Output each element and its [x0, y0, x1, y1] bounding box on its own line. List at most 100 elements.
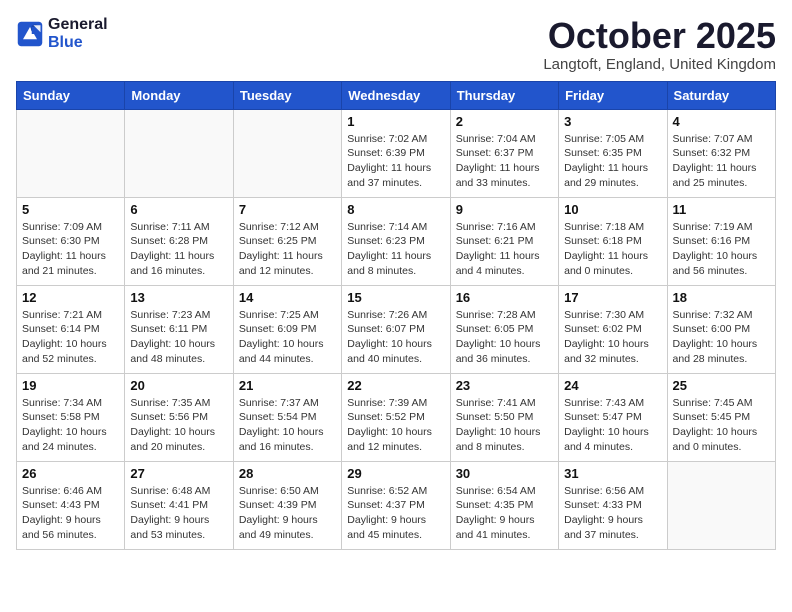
day-cell: 20 Sunrise: 7:35 AMSunset: 5:56 PMDayligh… [125, 373, 233, 461]
location: Langtoft, England, United Kingdom [543, 56, 776, 73]
day-info: Sunrise: 7:32 AMSunset: 6:00 PMDaylight:… [673, 308, 770, 367]
week-row-1: 1 Sunrise: 7:02 AMSunset: 6:39 PMDaylight… [17, 109, 776, 197]
day-cell: 27 Sunrise: 6:48 AMSunset: 4:41 PMDayligh… [125, 461, 233, 549]
day-number: 19 [22, 378, 119, 393]
day-number: 5 [22, 202, 119, 217]
day-info: Sunrise: 7:39 AMSunset: 5:52 PMDaylight:… [347, 396, 444, 455]
day-info: Sunrise: 7:11 AMSunset: 6:28 PMDaylight:… [130, 220, 227, 279]
day-number: 8 [347, 202, 444, 217]
day-info: Sunrise: 7:35 AMSunset: 5:56 PMDaylight:… [130, 396, 227, 455]
col-header-tuesday: Tuesday [233, 81, 341, 109]
day-info: Sunrise: 7:41 AMSunset: 5:50 PMDaylight:… [456, 396, 553, 455]
day-info: Sunrise: 7:14 AMSunset: 6:23 PMDaylight:… [347, 220, 444, 279]
day-cell: 29 Sunrise: 6:52 AMSunset: 4:37 PMDayligh… [342, 461, 450, 549]
day-info: Sunrise: 6:48 AMSunset: 4:41 PMDaylight:… [130, 484, 227, 543]
day-info: Sunrise: 7:28 AMSunset: 6:05 PMDaylight:… [456, 308, 553, 367]
day-number: 27 [130, 466, 227, 481]
day-number: 26 [22, 466, 119, 481]
day-info: Sunrise: 7:45 AMSunset: 5:45 PMDaylight:… [673, 396, 770, 455]
day-info: Sunrise: 7:23 AMSunset: 6:11 PMDaylight:… [130, 308, 227, 367]
day-number: 4 [673, 114, 770, 129]
header: General Blue October 2025 Langtoft, Engl… [16, 16, 776, 73]
day-number: 21 [239, 378, 336, 393]
day-cell: 8 Sunrise: 7:14 AMSunset: 6:23 PMDaylight… [342, 197, 450, 285]
day-cell: 21Sunrise: 7:37 AMSunset: 5:54 PMDayligh… [233, 373, 341, 461]
day-cell: 2Sunrise: 7:04 AMSunset: 6:37 PMDaylight… [450, 109, 558, 197]
day-cell: 17Sunrise: 7:30 AMSunset: 6:02 PMDayligh… [559, 285, 667, 373]
day-info: Sunrise: 7:18 AMSunset: 6:18 PMDaylight:… [564, 220, 661, 279]
day-info: Sunrise: 6:50 AMSunset: 4:39 PMDaylight:… [239, 484, 336, 543]
header-row: SundayMondayTuesdayWednesdayThursdayFrid… [17, 81, 776, 109]
day-cell: 19 Sunrise: 7:34 AMSunset: 5:58 PMDayligh… [17, 373, 125, 461]
day-cell: 13 Sunrise: 7:23 AMSunset: 6:11 PMDayligh… [125, 285, 233, 373]
day-cell [667, 461, 775, 549]
day-number: 23 [456, 378, 553, 393]
day-number: 24 [564, 378, 661, 393]
day-cell: 23 Sunrise: 7:41 AMSunset: 5:50 PMDayligh… [450, 373, 558, 461]
week-row-4: 19 Sunrise: 7:34 AMSunset: 5:58 PMDayligh… [17, 373, 776, 461]
day-info: Sunrise: 7:25 AMSunset: 6:09 PMDaylight:… [239, 308, 336, 367]
day-cell: 18 Sunrise: 7:32 AMSunset: 6:00 PMDayligh… [667, 285, 775, 373]
day-number: 13 [130, 290, 227, 305]
day-info: Sunrise: 7:02 AMSunset: 6:39 PMDaylight:… [347, 132, 444, 191]
day-cell: 25 Sunrise: 7:45 AMSunset: 5:45 PMDayligh… [667, 373, 775, 461]
day-cell: 9 Sunrise: 7:16 AMSunset: 6:21 PMDaylight… [450, 197, 558, 285]
day-cell: 16 Sunrise: 7:28 AMSunset: 6:05 PMDayligh… [450, 285, 558, 373]
day-info: Sunrise: 7:43 AMSunset: 5:47 PMDaylight:… [564, 396, 661, 455]
day-info: Sunrise: 6:46 AMSunset: 4:43 PMDaylight:… [22, 484, 119, 543]
day-cell: 12 Sunrise: 7:21 AMSunset: 6:14 PMDayligh… [17, 285, 125, 373]
week-row-5: 26 Sunrise: 6:46 AMSunset: 4:43 PMDayligh… [17, 461, 776, 549]
month-title: October 2025 [543, 16, 776, 56]
day-number: 9 [456, 202, 553, 217]
day-info: Sunrise: 6:56 AMSunset: 4:33 PMDaylight:… [564, 484, 661, 543]
day-number: 6 [130, 202, 227, 217]
day-number: 28 [239, 466, 336, 481]
day-info: Sunrise: 7:16 AMSunset: 6:21 PMDaylight:… [456, 220, 553, 279]
day-info: Sunrise: 7:19 AMSunset: 6:16 PMDaylight:… [673, 220, 770, 279]
day-cell: 5Sunrise: 7:09 AMSunset: 6:30 PMDaylight… [17, 197, 125, 285]
day-info: Sunrise: 6:54 AMSunset: 4:35 PMDaylight:… [456, 484, 553, 543]
day-number: 17 [564, 290, 661, 305]
day-cell: 6 Sunrise: 7:11 AMSunset: 6:28 PMDaylight… [125, 197, 233, 285]
day-number: 14 [239, 290, 336, 305]
day-number: 16 [456, 290, 553, 305]
day-cell: 26 Sunrise: 6:46 AMSunset: 4:43 PMDayligh… [17, 461, 125, 549]
col-header-thursday: Thursday [450, 81, 558, 109]
week-row-2: 5Sunrise: 7:09 AMSunset: 6:30 PMDaylight… [17, 197, 776, 285]
day-info: Sunrise: 7:34 AMSunset: 5:58 PMDaylight:… [22, 396, 119, 455]
day-number: 20 [130, 378, 227, 393]
day-info: Sunrise: 7:07 AMSunset: 6:32 PMDaylight:… [673, 132, 770, 191]
day-cell: 1 Sunrise: 7:02 AMSunset: 6:39 PMDaylight… [342, 109, 450, 197]
logo: General Blue [16, 16, 108, 51]
logo-line2: Blue [48, 34, 83, 51]
day-number: 25 [673, 378, 770, 393]
day-cell: 7Sunrise: 7:12 AMSunset: 6:25 PMDaylight… [233, 197, 341, 285]
day-cell: 24 Sunrise: 7:43 AMSunset: 5:47 PMDayligh… [559, 373, 667, 461]
day-cell: 22 Sunrise: 7:39 AMSunset: 5:52 PMDayligh… [342, 373, 450, 461]
day-info: Sunrise: 7:26 AMSunset: 6:07 PMDaylight:… [347, 308, 444, 367]
col-header-saturday: Saturday [667, 81, 775, 109]
week-row-3: 12 Sunrise: 7:21 AMSunset: 6:14 PMDayligh… [17, 285, 776, 373]
day-number: 30 [456, 466, 553, 481]
day-number: 15 [347, 290, 444, 305]
day-number: 18 [673, 290, 770, 305]
day-cell [17, 109, 125, 197]
day-cell: 11Sunrise: 7:19 AMSunset: 6:16 PMDayligh… [667, 197, 775, 285]
day-number: 12 [22, 290, 119, 305]
day-number: 1 [347, 114, 444, 129]
logo-line1: General [48, 16, 108, 33]
day-cell: 30 Sunrise: 6:54 AMSunset: 4:35 PMDayligh… [450, 461, 558, 549]
day-number: 29 [347, 466, 444, 481]
day-info: Sunrise: 6:52 AMSunset: 4:37 PMDaylight:… [347, 484, 444, 543]
day-number: 10 [564, 202, 661, 217]
day-number: 22 [347, 378, 444, 393]
col-header-monday: Monday [125, 81, 233, 109]
calendar-table: SundayMondayTuesdayWednesdayThursdayFrid… [16, 81, 776, 550]
day-number: 2 [456, 114, 553, 129]
day-cell: 3Sunrise: 7:05 AMSunset: 6:35 PMDaylight… [559, 109, 667, 197]
day-cell: 10 Sunrise: 7:18 AMSunset: 6:18 PMDayligh… [559, 197, 667, 285]
day-cell: 4 Sunrise: 7:07 AMSunset: 6:32 PMDaylight… [667, 109, 775, 197]
day-cell: 28 Sunrise: 6:50 AMSunset: 4:39 PMDayligh… [233, 461, 341, 549]
day-cell [125, 109, 233, 197]
day-info: Sunrise: 7:21 AMSunset: 6:14 PMDaylight:… [22, 308, 119, 367]
